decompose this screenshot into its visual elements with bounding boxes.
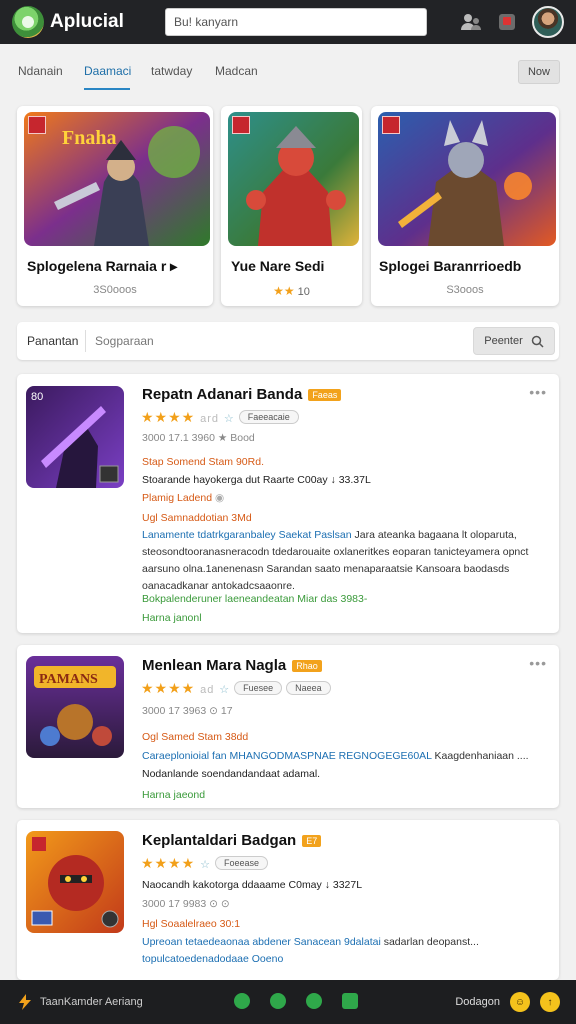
corner-badge-icon <box>232 116 250 134</box>
item-rating: ★★★★ ☆ Foeease <box>141 855 268 872</box>
item-info-line: Bokpalenderuner laeneandeatan Miar das 3… <box>142 593 368 605</box>
star-icon: ★★ <box>273 284 295 298</box>
more-options-icon[interactable]: ••• <box>529 384 547 400</box>
item-link[interactable]: topulcatoedenadodaae Ooeno <box>142 953 283 965</box>
tab-daamaci[interactable]: Daamaci <box>84 64 131 78</box>
item-info-line: Nodanlande soendandandaat adamal. <box>142 768 321 780</box>
featured-card[interactable]: Splogei Baranrrioedb S3ooos <box>371 106 559 306</box>
item-title: Menlean Mara Nagla Rhao <box>142 657 322 674</box>
featured-card[interactable]: Fnaha Splogelena Rarnaia r ▸ 3S0ooos <box>17 106 213 306</box>
item-info-line: Naocandh kakotorga ddaaame C0may ↓ 3327L <box>142 879 363 891</box>
check-icon[interactable] <box>306 993 322 1009</box>
svg-text:PAMANS: PAMANS <box>39 672 98 687</box>
featured-subtitle: 10 <box>297 286 310 298</box>
item-description: Caraeplonioial fan MHANGODMASPNAE REGNOG… <box>142 750 529 762</box>
more-options-icon[interactable]: ••• <box>529 655 547 671</box>
item-pill: Fuesee <box>234 681 283 695</box>
item-thumbnail: PAMANS <box>26 656 124 758</box>
featured-rating: ★★ 10 <box>221 284 362 298</box>
featured-title: Yue Nare Sedi <box>231 258 325 274</box>
featured-title: Splogelena Rarnaia r ▸ <box>27 258 178 274</box>
item-title: Repatn Adanari Banda Faeas <box>142 386 342 403</box>
bottom-right-label: Dodagon <box>455 996 500 1008</box>
featured-title: Splogei Baranrrioedb <box>379 258 522 274</box>
search-icon <box>531 335 544 348</box>
search-input[interactable] <box>165 8 427 36</box>
featured-art: Fnaha <box>24 112 210 246</box>
app-title: Aplucial <box>50 11 124 32</box>
item-meta: 3000 17 9983 ⊙ ⊙ <box>142 898 230 910</box>
svg-text:Fnaha: Fnaha <box>62 127 116 149</box>
corner-badge-icon <box>28 116 46 134</box>
now-button[interactable]: Now <box>518 60 560 84</box>
item-meta: 3000 17 3963 ⊙ 17 <box>142 705 233 717</box>
item-tag: E7 <box>302 835 322 848</box>
corner-badge-icon <box>382 116 400 134</box>
bottom-left-link[interactable]: TaanKamder Aeriang <box>18 994 143 1010</box>
item-info-line: Ogl Samed Stam 38dd <box>142 731 249 743</box>
list-item[interactable]: 80 Repatn Adanari Banda Faeas ••• ★★★★ ar… <box>17 374 559 633</box>
item-info-line: Ugl Samnaddotian 3Md <box>142 512 252 524</box>
featured-subtitle: S3ooos <box>446 284 484 296</box>
lightning-icon <box>19 994 31 1010</box>
filter-tab-panantan[interactable]: Panantan <box>27 334 78 348</box>
item-info-line: Plamig Ladend ◉ <box>142 492 225 504</box>
item-tag: Faeas <box>308 389 342 402</box>
list-item[interactable]: Keplantaldari Badgan E7 ★★★★ ☆ Foeease Nao… <box>17 820 559 980</box>
item-info-line: Stoarande hayokerga dut Raarte C00ay ↓ 3… <box>142 474 371 486</box>
item-description: Upreoan tetaedeaonaa abdener Sanacean 9d… <box>142 936 479 948</box>
shield-icon[interactable] <box>234 993 250 1009</box>
users-icon[interactable] <box>342 993 358 1009</box>
filter-button-label: Peenter <box>484 335 523 347</box>
item-pill: Naeea <box>286 681 331 695</box>
filter-search-button[interactable]: Peenter <box>473 327 555 355</box>
item-tag: Rhao <box>292 660 322 673</box>
app-logo[interactable] <box>12 6 44 38</box>
item-link[interactable]: Harna jaeond <box>142 789 205 801</box>
featured-subtitle: 3S0ooos <box>93 284 137 296</box>
item-pill: Faeeacaie <box>238 410 299 424</box>
chat-icon[interactable] <box>270 993 286 1009</box>
item-info-line: Stap Somend Stam 90Rd. <box>142 456 264 468</box>
svg-text:80: 80 <box>31 391 43 403</box>
list-item[interactable]: PAMANS Menlean Mara Nagla Rhao ••• ★★★★ a… <box>17 645 559 808</box>
tab-tatwday[interactable]: tatwday <box>151 64 192 78</box>
item-thumbnail: 80 <box>26 386 124 488</box>
top-bar: Aplucial <box>0 0 576 44</box>
item-pill: Foeease <box>214 856 268 870</box>
bottom-bar: TaanKamder Aeriang Dodagon ☺ ↑ <box>0 980 576 1024</box>
filter-bar: Panantan Sogparaan Peenter <box>17 322 559 360</box>
people-icon[interactable] <box>460 11 482 33</box>
item-info-line: Hgl Soaalelraeo 30:1 <box>142 918 241 930</box>
category-tabs: Ndanain Daamaci tatwday Madcan <box>0 56 576 92</box>
featured-art <box>378 112 556 246</box>
item-meta: 3000 17.1 3960 ★ Bood <box>142 432 255 444</box>
user-avatar[interactable] <box>532 6 564 38</box>
featured-card[interactable]: Yue Nare Sedi ★★ 10 <box>221 106 362 306</box>
tab-madcan[interactable]: Madcan <box>215 64 258 78</box>
item-link[interactable]: Harna janonl <box>142 612 202 624</box>
item-rating: ★★★★ ard ☆ Faeeacaie <box>141 409 299 426</box>
item-title: Keplantaldari Badgan E7 <box>142 832 322 849</box>
tab-ndanain[interactable]: Ndanain <box>18 64 63 78</box>
featured-art <box>228 112 359 246</box>
item-rating: ★★★★ ad ☆ Fuesee Naeea <box>141 680 331 697</box>
filter-tab-sogparaan[interactable]: Sogparaan <box>95 334 154 348</box>
item-description: Lanamente tdatrkgaranbaley Saekat Paslsa… <box>142 529 529 592</box>
coin-icon[interactable]: ☺ <box>510 992 530 1012</box>
active-tab-indicator <box>84 88 130 90</box>
item-thumbnail <box>26 831 124 933</box>
notification-icon[interactable] <box>496 11 518 33</box>
reward-icon[interactable]: ↑ <box>540 992 560 1012</box>
bottom-left-label: TaanKamder Aeriang <box>40 996 143 1008</box>
